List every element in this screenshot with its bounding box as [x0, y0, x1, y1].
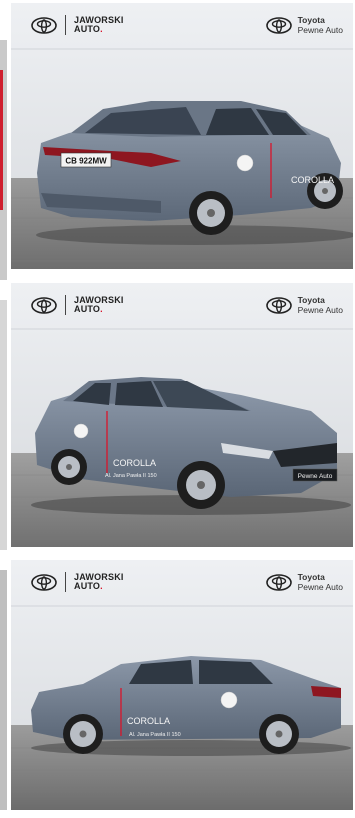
car-model-decal: COROLLA — [113, 458, 156, 468]
certified-brand: Toyota Pewne Auto — [265, 572, 343, 592]
toyota-logo-icon — [31, 573, 57, 591]
car-photo-front-view[interactable]: Pewne Auto COROLLA Al. Jana Pawła II 150… — [11, 283, 353, 547]
car-photo-side-view[interactable]: COROLLA Al. Jana Pawła II 150 JAWORSKI A… — [11, 560, 353, 810]
dealer-name: JAWORSKI AUTO. — [74, 572, 124, 591]
certified-label: Toyota Pewne Auto — [297, 15, 343, 35]
dealer-name: JAWORSKI AUTO. — [74, 295, 124, 314]
front-plate-text: Pewne Auto — [298, 473, 333, 480]
certified-brand: Toyota Pewne Auto — [265, 295, 343, 315]
adjacent-photo-edge — [0, 40, 7, 280]
car-photo-rear-view[interactable]: CB 922MW COROLLA JAWORSKI AUTO. Toyota P… — [11, 3, 353, 269]
dealer-brand: JAWORSKI AUTO. — [31, 15, 124, 35]
adjacent-photo-edge — [0, 300, 7, 550]
car-model-decal: COROLLA — [127, 716, 170, 726]
adjacent-photo-edge — [0, 570, 7, 810]
dealer-name: JAWORSKI AUTO. — [74, 15, 124, 34]
photo-gallery: CB 922MW COROLLA JAWORSKI AUTO. Toyota P… — [0, 0, 355, 818]
toyota-logo-icon — [265, 296, 292, 314]
certified-label: Toyota Pewne Auto — [297, 295, 343, 315]
car-photo-image: COROLLA Al. Jana Pawła II 150 — [11, 560, 353, 810]
logo-divider — [65, 572, 66, 592]
license-plate: CB 922MW — [65, 157, 107, 166]
toyota-logo-icon — [265, 573, 292, 591]
logo-divider — [65, 295, 66, 315]
certified-brand: Toyota Pewne Auto — [265, 15, 343, 35]
door-address-decal: Al. Jana Pawła II 150 — [129, 732, 181, 738]
dealer-brand: JAWORSKI AUTO. — [31, 572, 124, 592]
car-photo-image: CB 922MW COROLLA — [11, 3, 353, 269]
car-photo-image: Pewne Auto COROLLA Al. Jana Pawła II 150 — [11, 283, 353, 547]
dealer-brand: JAWORSKI AUTO. — [31, 295, 124, 315]
toyota-logo-icon — [31, 296, 57, 314]
door-address-decal: Al. Jana Pawła II 150 — [105, 473, 157, 479]
toyota-logo-icon — [265, 16, 292, 34]
logo-divider — [65, 15, 66, 35]
toyota-logo-icon — [31, 16, 57, 34]
certified-label: Toyota Pewne Auto — [297, 572, 343, 592]
car-model-decal: COROLLA — [291, 175, 334, 185]
